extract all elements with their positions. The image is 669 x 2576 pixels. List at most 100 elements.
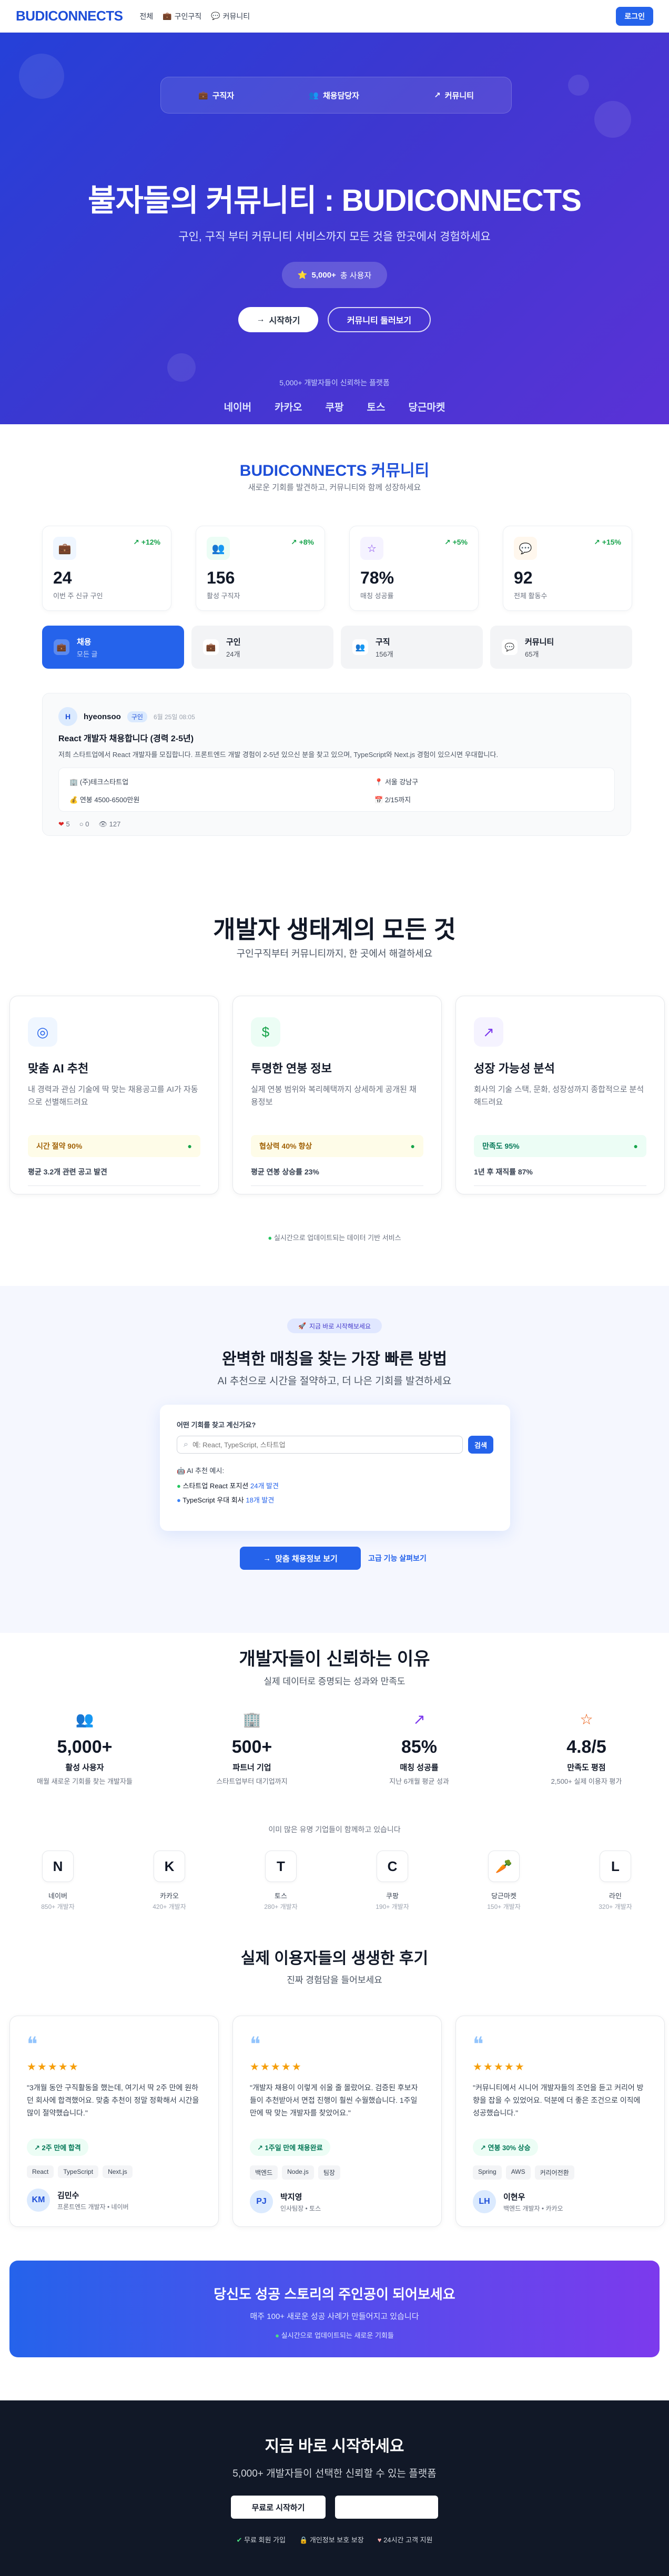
stat-card: 💬 ↗ +15% 92 전체 활동수 — [503, 526, 632, 611]
salary-field: 💰 연봉 4500-6500만원 — [69, 796, 140, 804]
tab-hiring[interactable]: 💼 구인 24개 — [191, 626, 333, 669]
tab-job-seeking[interactable]: 👥 구직 156개 — [341, 626, 483, 669]
trust-subtitle: 실제 데이터로 증명되는 성과와 만족도 — [263, 1677, 406, 1686]
trust-label: 만족도 평점 — [567, 1763, 606, 1772]
tag: AWS — [505, 2165, 531, 2180]
nav-link-all[interactable]: 전체 — [139, 11, 153, 22]
tab-recruiter[interactable]: 👥 채용담당자 — [309, 90, 359, 101]
post-details: 🏢 (주)테크스타트업 📍 서울 강남구 💰 연봉 4500-6500만원 📅 … — [58, 768, 615, 812]
search-box: ⌕ — [177, 1436, 463, 1454]
banner-title: 당신도 성공 스토리의 주인공이 되어보세요 — [214, 2286, 455, 2302]
partner-logo: C — [377, 1851, 408, 1882]
partner-count: 850+ 개발자 — [41, 1903, 75, 1910]
quote-icon: ❝ — [250, 2032, 261, 2056]
feature-item: ♥ 24시간 고객 지원 — [377, 2536, 433, 2544]
stat-value: 92 — [514, 568, 533, 587]
feature-card: ◎ 맞춤 AI 추천 내 경력과 관심 기술에 딱 맞는 채용공고를 AI가 자… — [9, 996, 219, 1194]
review-author: PJ 박지영 인사팀장 • 토스 — [250, 2190, 424, 2213]
review-badge: ↗ 2주 만에 합격 — [27, 2139, 88, 2156]
company-field: 🏢 (주)테크스타트업 — [69, 778, 129, 786]
tab-job-seeker[interactable]: 💼 구직자 — [198, 90, 234, 101]
avatar: KM — [27, 2189, 50, 2212]
review-author: LH 이현우 백엔드 개발자 • 카카오 — [473, 2190, 647, 2213]
feature-highlight: 시간 절약 90% ● — [28, 1135, 200, 1157]
tag: Next.js — [103, 2165, 133, 2178]
login-button[interactable]: 로그인 — [616, 6, 653, 26]
feature-title: 투명한 연봉 정보 — [251, 1062, 332, 1075]
search-button[interactable]: 검색 — [468, 1436, 493, 1454]
review-tags: Spring AWS 커리어전환 — [473, 2165, 647, 2180]
nav-links: 전체 💼 구인구직 💬 커뮤니티 — [139, 11, 250, 22]
partner-name: 토스 — [275, 1892, 287, 1900]
star-icon: ☆ — [580, 1711, 593, 1727]
arrow-right-icon: → — [263, 1553, 271, 1563]
features-note: ● 실시간으로 업데이트되는 데이터 기반 서비스 — [268, 1234, 401, 1242]
trend-up-icon: ↗ — [413, 1711, 425, 1727]
free-start-button[interactable]: 무료로 시작하기 — [231, 2496, 326, 2519]
trusted-text: 5,000+ 개발자들이 신뢰하는 플랫폼 — [279, 379, 390, 387]
tag: Spring — [473, 2165, 502, 2180]
post-date: 6월 25일 08:05 — [153, 713, 195, 721]
partner-logo: L — [600, 1851, 631, 1882]
stat-label: 이번 주 신규 구인 — [53, 592, 103, 600]
heart-icon: ❤ — [58, 820, 64, 828]
stat-value: 156 — [207, 568, 235, 587]
avatar: LH — [473, 2190, 496, 2213]
company-name: 카카오 — [275, 402, 302, 413]
logo[interactable]: BUDICONNECTS — [16, 8, 123, 24]
browse-community-button[interactable]: 커뮤니티 둘러보기 — [328, 307, 431, 332]
partner-count: 150+ 개발자 — [487, 1903, 521, 1910]
start-button[interactable]: → 시작하기 — [238, 307, 318, 332]
tag: Node.js — [282, 2165, 314, 2180]
post-title[interactable]: React 개발자 채용합니다 (경력 2-5년) — [58, 731, 615, 744]
partner-count: 420+ 개발자 — [153, 1903, 186, 1910]
review-card: ❝ ★★★★★ "커뮤니티에서 시니어 개발자들의 조언을 듣고 커리어 방향을… — [455, 2016, 665, 2227]
partner-count: 190+ 개발자 — [376, 1903, 409, 1910]
trust-desc: 지난 6개월 평균 성과 — [389, 1777, 449, 1785]
trust-label: 파트너 기업 — [232, 1763, 271, 1772]
decor-circle — [19, 54, 64, 99]
secondary-button[interactable] — [335, 2496, 438, 2519]
features-title: 개발자 생태계의 모든 것 — [213, 916, 456, 943]
post-card[interactable]: H hyeonsoo 구인 6월 25일 08:05 React 개발자 채용합… — [42, 693, 631, 836]
briefcase-icon: 💼 — [163, 12, 172, 20]
success-banner: 당신도 성공 스토리의 주인공이 되어보세요 매주 100+ 새로운 성공 사례… — [9, 2261, 660, 2357]
stat-card: 👥 ↗ +8% 156 활성 구직자 — [196, 526, 325, 611]
lock-icon: 🔒 — [299, 2536, 308, 2544]
category-badge: 구인 — [127, 711, 147, 722]
custom-jobs-button[interactable]: → 맞춤 채용정보 보기 — [240, 1547, 361, 1570]
like-button[interactable]: ❤ 5 — [58, 820, 70, 829]
chat-icon: 💬 — [502, 639, 518, 655]
partner-name: 네이버 — [48, 1892, 67, 1900]
search-input[interactable] — [192, 1440, 462, 1449]
post-author[interactable]: hyeonsoo — [84, 712, 121, 721]
post-actions: ❤ 5 ○ 0 👁 127 — [58, 820, 615, 829]
rating-stars: ★★★★★ — [473, 2061, 525, 2073]
hero-title: 불자들의 커뮤니티 : BUDICONNECTS — [88, 183, 582, 218]
ai-example[interactable]: ● 스타트업 React 포지션 24개 발견 — [177, 1480, 493, 1490]
footer-cta: 지금 바로 시작하세요 5,000+ 개발자들이 선택한 신뢰할 수 있는 플랫… — [0, 2400, 669, 2576]
ai-example[interactable]: ● TypeScript 우대 회사 18개 발견 — [177, 1495, 493, 1505]
post-body: 저희 스타트업에서 React 개발자를 모집합니다. 프론트엔드 개발 경험이… — [58, 751, 499, 759]
review-badge: ↗ 연봉 30% 상승 — [473, 2139, 538, 2156]
quote-icon: ❝ — [27, 2032, 38, 2056]
briefcase-icon: 💼 — [53, 537, 76, 560]
briefcase-icon: 💼 — [203, 639, 219, 655]
comment-button[interactable]: ○ 0 — [79, 820, 89, 829]
tab-recruit[interactable]: 💼 채용 모든 글 — [42, 626, 184, 669]
post-header: H hyeonsoo 구인 6월 25일 08:05 — [58, 707, 615, 726]
stat-delta: ↗ +12% — [133, 538, 160, 546]
trust-stat: 👥 5,000+ 활성 사용자 매월 새로운 기회를 찾는 개발자들 — [19, 1711, 150, 1786]
tab-community[interactable]: ↗ 커뮤니티 — [434, 90, 474, 101]
company-name: 당근마켓 — [408, 402, 445, 413]
review-card: ❝ ★★★★★ "개발자 채용이 이렇게 쉬울 줄 몰랐어요. 검증된 후보자들… — [232, 2016, 442, 2227]
review-tags: React TypeScript Next.js — [27, 2165, 201, 2178]
nav-link-jobs[interactable]: 💼 구인구직 — [163, 11, 201, 22]
advanced-features-link[interactable]: 고급 기능 살펴보기 — [368, 1553, 427, 1563]
trust-stat: ☆ 4.8/5 만족도 평점 2,500+ 실제 이용자 평가 — [521, 1711, 652, 1786]
review-text: "개발자 채용이 이렇게 쉬울 줄 몰랐어요. 검증된 후보자들이 추천받아서 … — [250, 2083, 418, 2117]
footer-features: ✔ 무료 회원 가입 🔒 개인정보 보호 보장 ♥ 24시간 고객 지원 — [0, 2534, 669, 2544]
nav-link-community[interactable]: 💬 커뮤니티 — [211, 11, 250, 22]
partner-count: 280+ 개발자 — [264, 1903, 298, 1910]
tab-community-posts[interactable]: 💬 커뮤니티 65개 — [490, 626, 632, 669]
